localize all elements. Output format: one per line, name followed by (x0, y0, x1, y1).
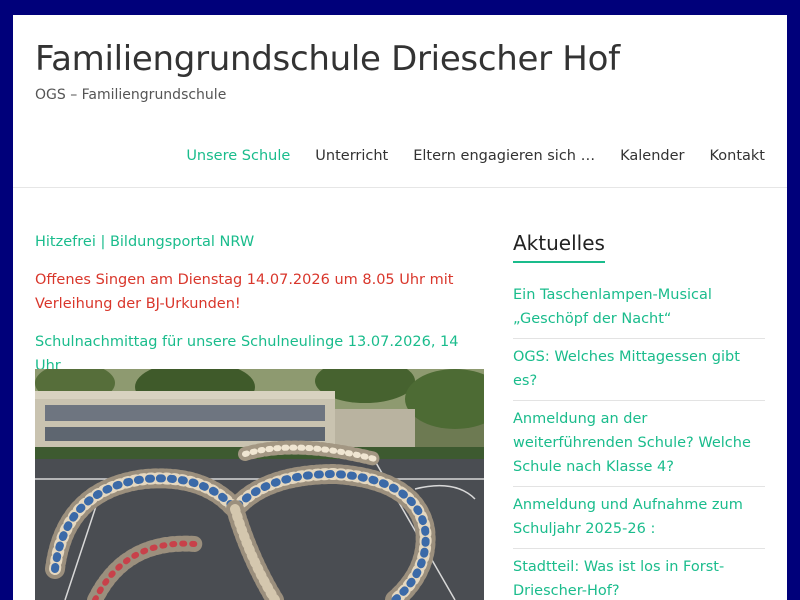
link-hitzefrei[interactable]: Hitzefrei | Bildungsportal NRW (35, 230, 487, 254)
nav-item-eltern[interactable]: Eltern engagieren sich … (413, 148, 595, 164)
list-item: OGS: Welches Mittagessen gibt es? (513, 339, 765, 401)
nav-item-unsere-schule[interactable]: Unsere Schule (186, 148, 290, 164)
link-offenes-singen[interactable]: Offenes Singen am Dienstag 14.07.2026 um… (35, 268, 487, 316)
news-link-ogs-mittagessen[interactable]: OGS: Welches Mittagessen gibt es? (513, 349, 740, 389)
news-link-anmeldung-aufnahme[interactable]: Anmeldung und Aufnahme zum Schuljahr 202… (513, 497, 743, 537)
nav-item-kalender[interactable]: Kalender (620, 148, 684, 164)
sidebar: Aktuelles Ein Taschenlampen-Musical „Ges… (513, 231, 765, 600)
list-item: Anmeldung an der weiterführenden Schule?… (513, 401, 765, 487)
school-group-photo (35, 369, 484, 600)
page: Familiengrundschule Driescher Hof OGS – … (13, 15, 787, 600)
site-description: OGS – Familiengrundschule (35, 87, 227, 103)
nav-item-kontakt[interactable]: Kontakt (709, 148, 765, 164)
main-content: Hitzefrei | Bildungsportal NRW Offenes S… (35, 230, 487, 378)
main-nav: Unsere Schule Unterricht Eltern engagier… (161, 148, 765, 164)
news-link-weiterfuehrende-schule[interactable]: Anmeldung an der weiterführenden Schule?… (513, 411, 751, 475)
list-item: Stadtteil: Was ist los in Forst-Driesche… (513, 549, 765, 600)
site-title[interactable]: Familiengrundschule Driescher Hof (35, 39, 620, 79)
news-list: Ein Taschenlampen-Musical „Geschöpf der … (513, 277, 765, 600)
news-link-stadtteil[interactable]: Stadtteil: Was ist los in Forst-Driesche… (513, 559, 724, 599)
list-item: Anmeldung und Aufnahme zum Schuljahr 202… (513, 487, 765, 549)
nav-item-unterricht[interactable]: Unterricht (315, 148, 388, 164)
news-link-taschenlampen-musical[interactable]: Ein Taschenlampen-Musical „Geschöpf der … (513, 287, 712, 327)
header-divider (13, 187, 787, 188)
sidebar-title: Aktuelles (513, 231, 605, 263)
list-item: Ein Taschenlampen-Musical „Geschöpf der … (513, 277, 765, 339)
